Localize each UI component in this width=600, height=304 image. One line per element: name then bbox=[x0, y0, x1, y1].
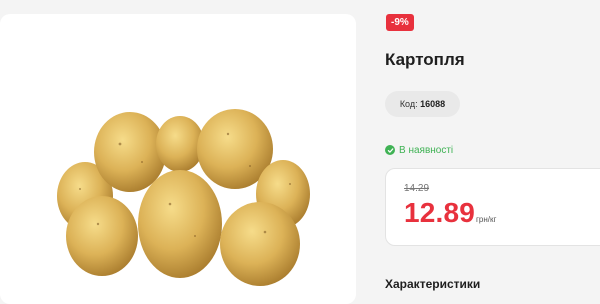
price-card: 14.29 12.89 грн/кг bbox=[385, 168, 600, 246]
stock-status-text: В наявності bbox=[399, 144, 454, 156]
check-circle-icon bbox=[385, 145, 395, 155]
code-label: Код: bbox=[399, 99, 418, 109]
discount-badge: -9% bbox=[386, 14, 414, 31]
characteristics-heading: Характеристики bbox=[385, 277, 481, 291]
old-price: 14.29 bbox=[404, 183, 430, 194]
product-image[interactable] bbox=[50, 104, 312, 289]
current-price: 12.89 bbox=[404, 197, 476, 228]
stock-status: В наявності bbox=[385, 143, 453, 157]
code-value: 16088 bbox=[420, 99, 446, 109]
price-unit: грн/кг bbox=[476, 215, 497, 224]
product-image-panel bbox=[0, 14, 356, 304]
product-code-pill: Код: 16088 bbox=[385, 91, 460, 117]
product-title: Картопля bbox=[385, 50, 465, 69]
